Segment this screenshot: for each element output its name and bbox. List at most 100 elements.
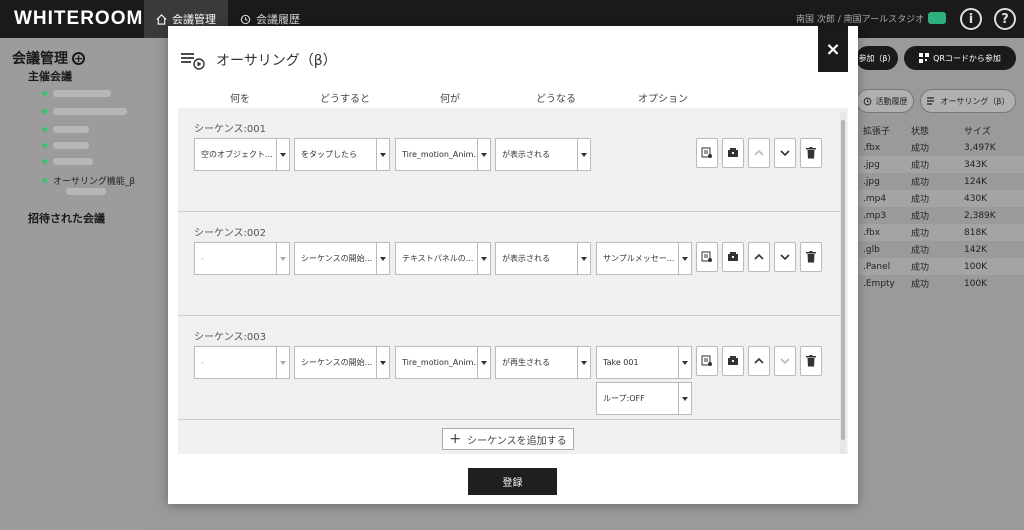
home-icon [156,13,167,25]
target-select[interactable]: テキストパネルの... [395,242,491,275]
box-icon[interactable] [722,346,744,376]
cell-status: 成功 [911,229,930,239]
table-row[interactable]: .mp4 成功 430K [857,190,1024,207]
help-icon[interactable]: ? [994,8,1016,30]
move-down-icon[interactable] [774,346,796,376]
action-select[interactable]: シーケンスの開始... [294,346,390,379]
activity-history-label: 活動履歴 [875,96,908,106]
dropdown-arrow-icon [376,243,389,274]
table-row[interactable]: .fbx 成功 3,497K [857,139,1024,156]
select-value: - [201,254,204,263]
column-header: サイズ [964,127,991,137]
move-up-icon[interactable] [748,138,770,168]
table-row[interactable]: .Panel 成功 100K [857,258,1024,275]
sidebar-item[interactable] [42,158,93,165]
result-select[interactable]: が表示される [495,138,591,171]
trash-icon[interactable] [800,242,822,272]
status-dot [42,178,47,183]
trash-icon[interactable] [800,138,822,168]
scrollbar[interactable] [840,112,846,454]
plus-icon: + [449,431,462,447]
scrollbar-thumb[interactable] [841,120,845,440]
sequence-label: シーケンス:001 [194,124,266,135]
sequence-label: シーケンス:003 [194,332,266,343]
user-name: 南国 次郎 / 南国アールスタジオ [796,15,925,25]
sidebar-item[interactable] [42,108,127,115]
sidebar-subitem [66,188,106,195]
action-select[interactable]: をタップしたら [294,138,390,171]
table-row[interactable]: .mp3 成功 2,389K [857,207,1024,224]
table-row[interactable]: .Empty 成功 100K [857,275,1024,292]
table-row[interactable]: .jpg 成功 343K [857,156,1024,173]
blurred-text [53,158,93,165]
dropdown-arrow-icon [477,243,490,274]
option-select[interactable]: サンプルメッセー... [596,242,692,275]
select-value: 空のオブジェクト... [201,150,273,159]
loop-select[interactable]: ループ:OFF [596,382,692,415]
dropdown-arrow-icon [376,139,389,170]
add-meeting-icon[interactable]: + [72,51,85,65]
register-button[interactable]: 登録 [468,468,557,495]
cell-size: 430K [964,193,988,204]
authoring-button[interactable]: オーサリング（β） [920,89,1016,113]
blurred-text [53,108,127,115]
cell-ext: .fbx [863,142,881,153]
add-sequence-label: シーケンスを追加する [467,435,567,447]
close-icon[interactable]: × [818,26,848,72]
table-row[interactable]: .fbx 成功 818K [857,224,1024,241]
what-select[interactable]: - [194,242,290,275]
cell-status: 成功 [911,161,930,171]
qr-join-button[interactable]: QRコードから参加 [904,46,1016,70]
edit-note-icon[interactable] [696,242,718,272]
action-select[interactable]: シーケンスの開始... [294,242,390,275]
status-badge [928,12,946,24]
sidebar-item[interactable] [42,142,89,149]
sidebar-item-authoring[interactable]: オーサリング機能_β [42,174,135,187]
sidebar-item[interactable] [42,90,111,97]
authoring-modal: オーサリング（β） 何を どうすると 何が どうなる オプション シーケンス:0… [168,26,858,504]
box-icon[interactable] [722,138,744,168]
dropdown-arrow-icon [276,139,289,170]
sequence-row: シーケンス:001 空のオブジェクト... をタップしたら Tire_motio… [178,108,842,212]
option-select[interactable]: Take 001 [596,346,692,379]
activity-history-button[interactable]: 活動履歴 [856,89,914,113]
result-select[interactable]: が再生される [495,346,591,379]
blurred-text [53,142,89,149]
cell-size: 818K [964,227,988,238]
cell-ext: .glb [863,244,880,255]
select-value: が表示される [502,150,550,159]
sidebar-item[interactable] [42,126,89,133]
target-select[interactable]: Tire_motion_Anim... [395,138,491,171]
select-value: Tire_motion_Anim... [402,358,477,367]
add-sequence-button[interactable]: + シーケンスを追加する [442,428,574,450]
select-value: サンプルメッセー... [603,254,675,263]
target-select[interactable]: Tire_motion_Anim... [395,346,491,379]
edit-note-icon[interactable] [696,138,718,168]
what-select[interactable]: - [194,346,290,379]
move-down-icon[interactable] [774,138,796,168]
trash-icon[interactable] [800,346,822,376]
blurred-text [53,90,111,97]
result-select[interactable]: が表示される [495,242,591,275]
sequence-row: シーケンス:003 - シーケンスの開始... Tire_motion_Anim… [178,316,842,420]
move-down-icon[interactable] [774,242,796,272]
cell-size: 2,389K [964,210,996,221]
dropdown-arrow-icon [477,347,490,378]
status-dot [42,109,47,114]
sequence-list: シーケンス:001 空のオブジェクト... をタップしたら Tire_motio… [178,108,848,454]
dropdown-arrow-icon [678,383,691,414]
cell-status: 成功 [911,263,930,273]
app-logo: WHITEROOM [14,8,144,29]
edit-note-icon[interactable] [696,346,718,376]
nav-tab-label: 会議履歴 [256,13,300,26]
table-row[interactable]: .jpg 成功 124K [857,173,1024,190]
move-up-icon[interactable] [748,242,770,272]
box-icon[interactable] [722,242,744,272]
what-select[interactable]: 空のオブジェクト... [194,138,290,171]
cell-ext: .jpg [863,176,880,187]
info-icon[interactable]: i [960,8,982,30]
cell-status: 成功 [911,144,930,154]
join-button[interactable]: 参加（β） [856,46,898,70]
move-up-icon[interactable] [748,346,770,376]
table-row[interactable]: .glb 成功 142K [857,241,1024,258]
